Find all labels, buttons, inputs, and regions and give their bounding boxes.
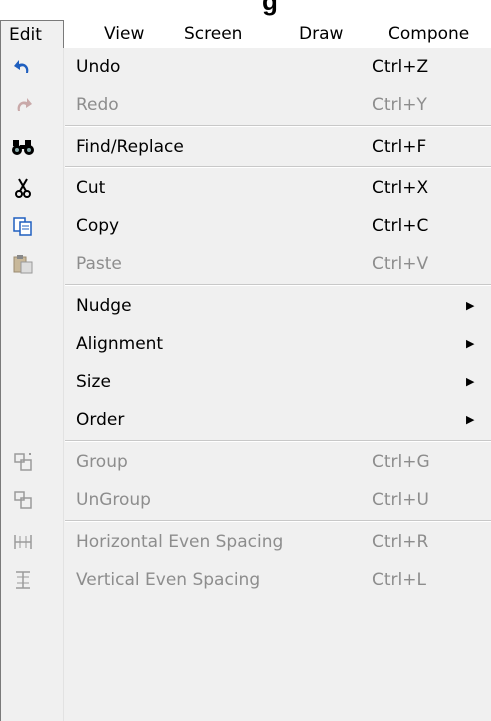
menu-separator-highlight [65, 441, 491, 442]
menu-item-horizontal-even-spacing-label: Horizontal Even Spacing [76, 532, 284, 552]
window-title-strip: g [0, 0, 491, 20]
menu-item-group-shortcut: Ctrl+G [372, 452, 430, 472]
menu-item-order[interactable]: Order ▶ [1, 401, 491, 439]
paste-icon [11, 252, 35, 276]
menu-draw[interactable]: Draw [297, 20, 345, 48]
menu-item-ungroup-shortcut: Ctrl+U [372, 490, 429, 510]
scissors-icon [11, 176, 35, 200]
horizontal-spacing-icon [11, 530, 35, 554]
menu-item-size[interactable]: Size ▶ [1, 363, 491, 401]
copy-icon [11, 214, 35, 238]
menu-item-copy[interactable]: Copy Ctrl+C [1, 207, 491, 245]
menu-item-copy-shortcut: Ctrl+C [372, 216, 429, 236]
menu-item-nudge-label: Nudge [76, 296, 132, 316]
binoculars-icon [11, 135, 35, 159]
menu-item-alignment[interactable]: Alignment ▶ [1, 325, 491, 363]
menu-item-undo[interactable]: Undo Ctrl+Z [1, 48, 491, 86]
menu-item-paste[interactable]: Paste Ctrl+V [1, 245, 491, 283]
vertical-spacing-icon [11, 568, 35, 592]
menu-view-label: View [104, 24, 145, 44]
menu-item-find-replace-label: Find/Replace [76, 137, 184, 157]
menu-separator-highlight [65, 167, 491, 168]
submenu-arrow-icon: ▶ [466, 375, 475, 388]
menu-item-paste-label: Paste [76, 254, 122, 274]
submenu-arrow-icon: ▶ [466, 413, 475, 426]
menu-view[interactable]: View [102, 20, 146, 48]
menu-item-ungroup[interactable]: UnGroup Ctrl+U [1, 481, 491, 519]
undo-icon [11, 55, 35, 79]
window-title-fragment: g [262, 0, 278, 16]
menu-separator-highlight [65, 285, 491, 286]
menu-item-size-label: Size [76, 372, 111, 392]
menu-item-vertical-even-spacing-label: Vertical Even Spacing [76, 570, 261, 590]
menu-separator-highlight [65, 521, 491, 522]
menu-item-undo-shortcut: Ctrl+Z [372, 57, 429, 77]
menu-item-alignment-label: Alignment [76, 334, 164, 354]
menu-edit[interactable]: Edit [0, 20, 64, 48]
menu-item-find-replace[interactable]: Find/Replace Ctrl+F [1, 128, 491, 166]
menu-item-group[interactable]: Group Ctrl+G [1, 443, 491, 481]
menu-item-cut[interactable]: Cut Ctrl+X [1, 169, 491, 207]
menu-item-vertical-even-spacing-shortcut: Ctrl+L [372, 570, 426, 590]
menu-item-paste-shortcut: Ctrl+V [372, 254, 429, 274]
menu-item-cut-shortcut: Ctrl+X [372, 178, 429, 198]
menu-item-find-replace-shortcut: Ctrl+F [372, 137, 427, 157]
menu-item-redo[interactable]: Redo Ctrl+Y [1, 86, 491, 124]
menu-item-group-label: Group [76, 452, 128, 472]
menu-components[interactable]: Compone [386, 20, 471, 48]
menu-item-redo-label: Redo [76, 95, 119, 115]
menu-item-nudge[interactable]: Nudge ▶ [1, 287, 491, 325]
menu-edit-label: Edit [9, 25, 42, 45]
menu-item-horizontal-even-spacing[interactable]: Horizontal Even Spacing Ctrl+R [1, 523, 491, 561]
edit-dropdown-menu: Undo Ctrl+Z Redo Ctrl+Y Find/Replace Ctr… [0, 48, 491, 721]
menu-separator-highlight [65, 126, 491, 127]
menu-bar: Edit View Screen Draw Compone [0, 20, 491, 48]
group-icon [11, 450, 35, 474]
menu-item-undo-label: Undo [76, 57, 121, 77]
menu-components-label: Compone [388, 24, 470, 44]
redo-icon [11, 93, 35, 117]
menu-item-redo-shortcut: Ctrl+Y [372, 95, 427, 115]
menu-item-copy-label: Copy [76, 216, 120, 236]
menu-item-horizontal-even-spacing-shortcut: Ctrl+R [372, 532, 429, 552]
submenu-arrow-icon: ▶ [466, 337, 475, 350]
menu-screen-label: Screen [184, 24, 243, 44]
menu-item-ungroup-label: UnGroup [76, 490, 151, 510]
menu-item-order-label: Order [76, 410, 125, 430]
menu-item-vertical-even-spacing[interactable]: Vertical Even Spacing Ctrl+L [1, 561, 491, 599]
menu-draw-label: Draw [299, 24, 344, 44]
ungroup-icon [11, 488, 35, 512]
submenu-arrow-icon: ▶ [466, 299, 475, 312]
menu-item-cut-label: Cut [76, 178, 106, 198]
menu-screen[interactable]: Screen [182, 20, 244, 48]
